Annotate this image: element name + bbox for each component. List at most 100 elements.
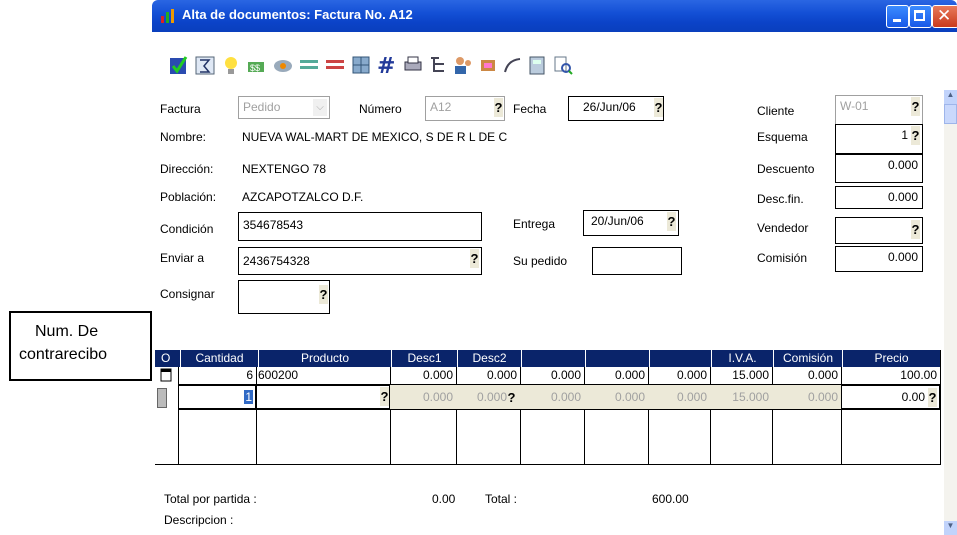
minimize-button[interactable] <box>886 5 909 28</box>
col-desc1[interactable]: Desc1 <box>392 350 458 367</box>
svg-text:$$: $$ <box>250 63 260 73</box>
esquema-value: 1 <box>901 128 908 142</box>
total-value: 600.00 <box>652 492 689 506</box>
cell-desc2[interactable]: 0.000 <box>456 390 510 405</box>
cell-comision[interactable]: 0.000 <box>772 368 841 383</box>
scroll-thumb[interactable] <box>944 104 957 124</box>
minimize-icon <box>893 19 901 22</box>
entrega-value: 20/Jun/06 <box>591 214 644 228</box>
col-precio[interactable]: Precio <box>843 350 941 367</box>
row-indicator-icon <box>157 368 175 382</box>
cell-cantidad-value: 1 <box>244 390 253 404</box>
cell-cantidad-edit[interactable]: 1 <box>178 385 256 409</box>
grid-line <box>178 409 940 410</box>
cell-desc1[interactable]: 0.000 <box>390 368 456 383</box>
col-cantidad[interactable]: Cantidad <box>181 350 259 367</box>
cell-blank3[interactable]: 0.000 <box>648 368 710 383</box>
document-window: Alta de documentos: Factura No. A12 ✕ $$… <box>152 0 957 535</box>
cell-comision[interactable]: 0.000 <box>772 390 841 405</box>
users-icon[interactable] <box>452 54 474 76</box>
numero-field[interactable]: A12 <box>425 96 505 121</box>
maximize-button[interactable] <box>909 5 932 28</box>
cell-iva[interactable]: 15.000 <box>710 368 772 383</box>
cell-blank1[interactable]: 0.000 <box>520 390 584 405</box>
cell-desc1[interactable]: 0.000 <box>390 390 456 405</box>
cell-blank2[interactable]: 0.000 <box>584 368 648 383</box>
consignar-field[interactable] <box>238 280 330 314</box>
col-blank1[interactable] <box>522 350 586 367</box>
annotation-callout: Num. De contrarecibo <box>9 311 152 381</box>
toolbar: $$ # <box>152 32 957 90</box>
cell-producto[interactable]: 600200 <box>256 368 390 383</box>
vertical-scrollbar[interactable]: ▲ ▼ <box>944 90 957 535</box>
money-icon[interactable]: $$ <box>246 54 268 76</box>
vendedor-lookup-button[interactable]: ? <box>911 220 920 239</box>
cell-producto-edit[interactable] <box>256 385 390 409</box>
hash-icon[interactable]: # <box>376 54 398 76</box>
col-producto[interactable]: Producto <box>259 350 392 367</box>
col-desc2[interactable]: Desc2 <box>458 350 522 367</box>
producto-lookup-button[interactable]: ? <box>380 387 389 406</box>
descuento-field[interactable]: 0.000 <box>835 154 923 183</box>
nombre-label: Nombre: <box>160 130 207 144</box>
cell-desc2[interactable]: 0.000 <box>456 368 520 383</box>
row-selector[interactable] <box>157 388 167 408</box>
enviar-label: Enviar a <box>160 251 205 265</box>
col-blank3[interactable] <box>650 350 712 367</box>
numero-label: Número <box>359 102 402 116</box>
supedido-field[interactable] <box>592 247 682 275</box>
cell-blank2[interactable]: 0.000 <box>584 390 648 405</box>
comision-field[interactable]: 0.000 <box>835 246 923 272</box>
direccion-value: NEXTENGO 78 <box>242 162 327 176</box>
consignar-lookup-button[interactable]: ? <box>319 285 328 304</box>
truck-icon[interactable] <box>478 54 500 76</box>
cell-iva-value[interactable]: 15.000 <box>710 390 772 405</box>
col-o[interactable]: O <box>155 350 181 367</box>
fecha-field[interactable]: 26/Jun/06 <box>568 96 664 121</box>
precio-lookup-button[interactable]: ? <box>928 388 937 407</box>
close-button[interactable]: ✕ <box>932 5 957 28</box>
chevron-down-icon[interactable]: ⌵ <box>313 99 327 116</box>
bulb-icon[interactable] <box>220 54 242 76</box>
scroll-down-icon[interactable]: ▼ <box>944 521 957 535</box>
cliente-field[interactable]: W-01 <box>835 95 923 125</box>
col-iva[interactable]: I.V.A. <box>712 350 774 367</box>
factura-select[interactable]: Pedido ⌵ <box>238 96 330 119</box>
check-icon[interactable] <box>168 54 190 76</box>
vendedor-field[interactable] <box>835 217 923 244</box>
cliente-lookup-button[interactable]: ? <box>911 97 920 116</box>
calc-icon[interactable] <box>526 54 548 76</box>
grid-icon[interactable] <box>350 54 372 76</box>
cell-precio-edit[interactable]: 0.00 <box>841 385 940 409</box>
link-icon[interactable] <box>272 54 294 76</box>
cell-iva[interactable]: 0.000 <box>648 390 710 405</box>
enviar-lookup-button[interactable]: ? <box>470 249 479 268</box>
esquema-lookup-button[interactable]: ? <box>911 126 920 145</box>
descfin-field[interactable]: 0.000 <box>835 186 923 209</box>
col-blank2[interactable] <box>586 350 650 367</box>
fecha-calendar-button[interactable]: ? <box>654 98 663 117</box>
callout-line1: Num. De <box>35 323 99 340</box>
cell-blank1[interactable]: 0.000 <box>520 368 584 383</box>
cell-precio[interactable]: 100.00 <box>841 368 940 383</box>
lines-icon[interactable] <box>298 54 320 76</box>
search-icon[interactable] <box>552 54 574 76</box>
enviar-field[interactable]: 2436754328 <box>238 247 482 275</box>
poblacion-label: Población: <box>160 190 217 204</box>
numero-lookup-button[interactable]: ? <box>494 98 503 117</box>
desc2-lookup-button[interactable]: ? <box>507 388 516 407</box>
cell-cantidad[interactable]: 6 <box>178 368 256 383</box>
sum-icon[interactable] <box>194 54 216 76</box>
entrega-calendar-button[interactable]: ? <box>667 212 676 231</box>
col-comision[interactable]: Comisión <box>774 350 843 367</box>
lines-icon[interactable] <box>324 54 346 76</box>
entrega-field[interactable]: 20/Jun/06 <box>583 210 679 236</box>
esquema-field[interactable]: 1 <box>835 124 923 154</box>
numero-value: A12 <box>430 100 452 114</box>
scroll-up-icon[interactable]: ▲ <box>944 90 957 104</box>
condicion-field[interactable]: 354678543 <box>238 212 482 241</box>
tree-icon[interactable] <box>428 54 450 76</box>
curve-icon[interactable] <box>502 54 524 76</box>
title-bar[interactable]: Alta de documentos: Factura No. A12 ✕ <box>152 0 957 32</box>
print-icon[interactable] <box>402 54 424 76</box>
